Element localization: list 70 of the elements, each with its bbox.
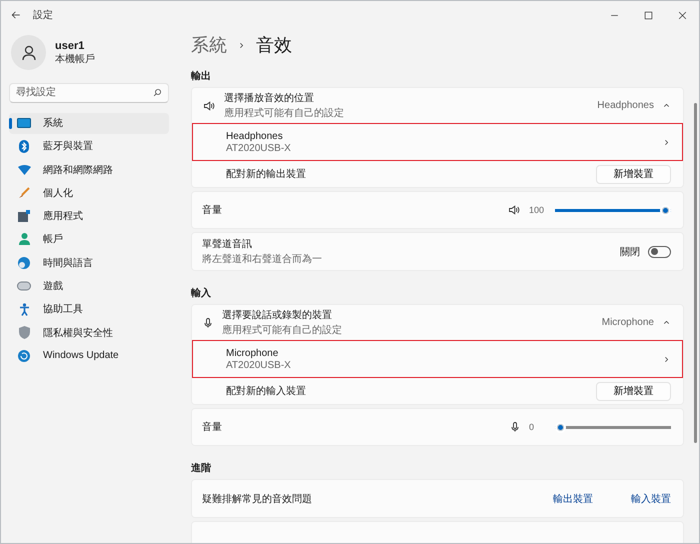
- account-type: 本機帳戶: [55, 52, 95, 66]
- device-row[interactable]: Headphones AT2020USB-X: [192, 123, 683, 161]
- window-title: 設定: [33, 8, 53, 22]
- troubleshoot-link[interactable]: 輸出裝置: [553, 492, 593, 506]
- setting-title: 疑難排解常見的音效問題: [202, 492, 313, 506]
- microphone-icon: [509, 421, 521, 433]
- nav-item[interactable]: 協助工具: [9, 298, 169, 320]
- section-heading: 進階: [191, 462, 212, 475]
- bluetooth-icon: [19, 140, 29, 153]
- device-row[interactable]: Microphone AT2020USB-X: [192, 340, 683, 378]
- wifi-icon: [18, 164, 30, 175]
- nav-item[interactable]: 個人化: [9, 182, 169, 204]
- scrollbar[interactable]: [694, 103, 697, 443]
- pair-device-label: 配對新的輸出裝置: [226, 168, 307, 181]
- nav-item[interactable]: Windows Update: [9, 345, 169, 366]
- setting-description: 應用程式可能有自己的設定: [224, 106, 345, 120]
- setting-title: 選擇播放音效的位置: [224, 92, 315, 105]
- search-icon: [153, 88, 162, 97]
- nav-item[interactable]: 遊戲: [9, 276, 169, 297]
- current-device: Headphones: [597, 100, 654, 111]
- volume-label: 音量: [202, 204, 223, 217]
- device-name: Microphone: [226, 348, 280, 358]
- update-icon: [18, 350, 30, 362]
- globe-clock-icon: [18, 256, 30, 269]
- maximize-icon: [644, 10, 652, 20]
- add-device-button[interactable]: 新增裝置: [596, 164, 671, 184]
- breadcrumb-item: 音效: [256, 34, 292, 57]
- setting-title: 單聲道音訊: [202, 238, 253, 251]
- troubleshoot-link[interactable]: 輸入裝置: [631, 492, 671, 506]
- nav-item[interactable]: 時間與語言: [9, 252, 169, 274]
- brush-icon: [18, 186, 30, 199]
- nav-item[interactable]: 應用程式: [9, 206, 169, 227]
- nav-item[interactable]: 藍牙與裝置: [9, 136, 169, 157]
- microphone-icon: [202, 316, 214, 328]
- section-heading: 輸入: [191, 286, 212, 300]
- speaker-icon: [507, 204, 521, 216]
- setting-description: 應用程式可能有自己的設定: [222, 324, 343, 337]
- nav-item[interactable]: 網路和網際網路: [9, 159, 169, 180]
- nav-item[interactable]: 隱私權與安全性: [9, 322, 169, 344]
- nav-item[interactable]: 系統: [9, 112, 169, 134]
- back-arrow-icon: [11, 10, 21, 20]
- device-name: Headphones: [226, 130, 284, 142]
- nav-item[interactable]: 帳戶: [9, 228, 169, 250]
- apps-icon: [18, 210, 30, 222]
- toggle-switch[interactable]: [648, 246, 671, 258]
- speaker-icon: [202, 100, 216, 112]
- shield-icon: [18, 326, 30, 340]
- breadcrumb-item[interactable]: 系統: [191, 33, 227, 57]
- slider-thumb[interactable]: [555, 422, 566, 432]
- monitor-icon: [17, 118, 31, 128]
- person-icon: [18, 233, 30, 246]
- accessibility-icon: [18, 302, 30, 316]
- add-device-button[interactable]: 新增裝置: [596, 382, 671, 400]
- gamepad-icon: [17, 281, 31, 292]
- volume-value: 0: [529, 422, 536, 432]
- slider-thumb[interactable]: [660, 204, 671, 216]
- close-icon: [678, 10, 686, 20]
- toggle-state: 關閉: [620, 246, 640, 258]
- volume-label: 音量: [202, 420, 223, 434]
- user-name: user1: [55, 40, 86, 52]
- setting-description: 將左聲道和右聲道合而為一: [202, 252, 323, 266]
- search-field[interactable]: 尋找設定: [9, 82, 169, 102]
- section-heading: 輸出: [191, 70, 212, 83]
- setting-title: 選擇要說話或錄製的裝置: [222, 308, 333, 322]
- volume-value: 100: [529, 205, 546, 215]
- pair-device-label: 配對新的輸入裝置: [226, 384, 307, 398]
- person-outline-icon: [20, 44, 36, 60]
- device-model: AT2020USB-X: [226, 142, 292, 154]
- device-model: AT2020USB-X: [226, 360, 292, 370]
- current-device: Microphone: [602, 317, 654, 328]
